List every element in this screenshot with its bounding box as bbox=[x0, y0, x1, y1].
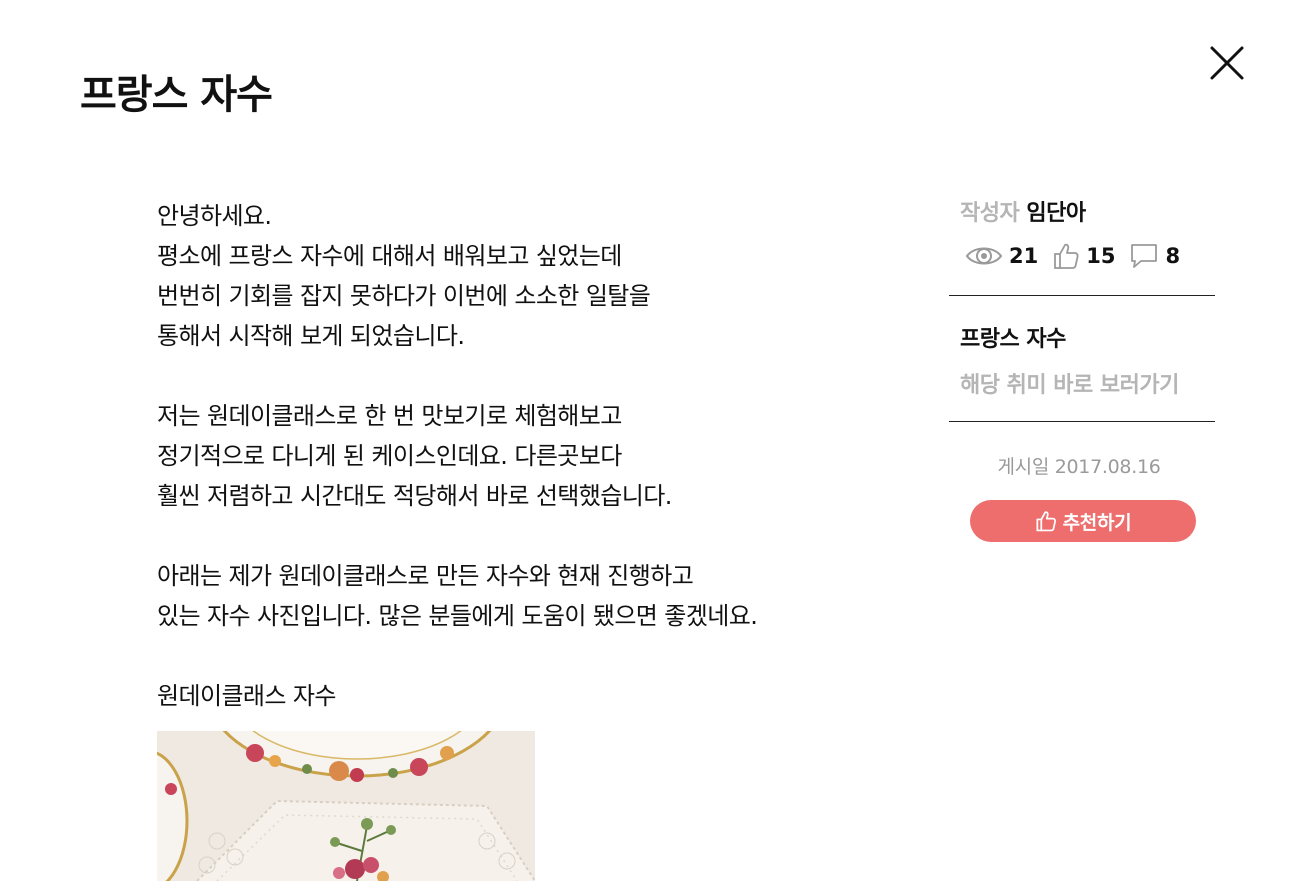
author-name[interactable]: 임단아 bbox=[1026, 201, 1086, 226]
post-stats: 21 15 8 bbox=[965, 240, 1194, 272]
hobby-link[interactable]: 해당 취미 바로 보러가기 bbox=[960, 367, 1179, 399]
page-title: 프랑스 자수 bbox=[80, 72, 273, 118]
likes-stat: 15 bbox=[1052, 242, 1115, 270]
embroidery-photo-illustration bbox=[157, 731, 535, 881]
article-line: 정기적으로 다니게 된 케이스인데요. 다른곳보다 bbox=[157, 442, 622, 470]
article-paragraph: 안녕하세요. 평소에 프랑스 자수에 대해서 배워보고 싶었는데 번번히 기회를… bbox=[157, 196, 857, 356]
article-line: 평소에 프랑스 자수에 대해서 배워보고 싶었는데 bbox=[157, 242, 622, 270]
article-line: 번번히 기회를 잡지 못하다가 이번에 소소한 일탈을 bbox=[157, 282, 651, 310]
hobby-title: 프랑스 자수 bbox=[960, 327, 1066, 352]
eye-icon bbox=[965, 247, 1003, 265]
comments-stat: 8 bbox=[1129, 242, 1180, 270]
article-line: 통해서 시작해 보게 되었습니다. bbox=[157, 322, 465, 350]
article-line: 훨씬 저렴하고 시간대도 적당해서 바로 선택했습니다. bbox=[157, 482, 672, 510]
close-button[interactable] bbox=[1204, 40, 1250, 86]
author-label: 작성자 bbox=[960, 201, 1020, 226]
embroidery-photo bbox=[157, 731, 535, 881]
article-body: 안녕하세요. 평소에 프랑스 자수에 대해서 배워보고 싶었는데 번번히 기회를… bbox=[157, 196, 857, 716]
recommend-button-label: 추천하기 bbox=[1062, 511, 1132, 534]
sidebar-divider bbox=[949, 295, 1215, 296]
article-paragraph: 아래는 제가 원데이클래스로 만든 자수와 현재 진행하고 있는 자수 사진입니… bbox=[157, 556, 857, 636]
sidebar-divider bbox=[949, 421, 1215, 422]
thumbs-up-icon bbox=[1036, 511, 1056, 532]
article-line: 저는 원데이클래스로 한 번 맛보기로 체험해보고 bbox=[157, 402, 622, 430]
thumbs-up-icon bbox=[1054, 243, 1079, 269]
author-info: 작성자 임단아 bbox=[960, 195, 1086, 227]
likes-count: 15 bbox=[1086, 244, 1116, 268]
comment-icon bbox=[1131, 244, 1158, 268]
article-line: 있는 자수 사진입니다. 많은 분들에게 도움이 됐으면 좋겠네요. bbox=[157, 602, 758, 630]
post-detail-page: 프랑스 자수 안녕하세요. 평소에 프랑스 자수에 대해서 배워보고 싶었는데 … bbox=[0, 0, 1296, 881]
close-icon bbox=[1210, 46, 1244, 80]
views-count: 21 bbox=[1009, 244, 1039, 268]
article-line: 아래는 제가 원데이클래스로 만든 자수와 현재 진행하고 bbox=[157, 562, 694, 590]
article-line: 안녕하세요. bbox=[157, 202, 272, 230]
post-date: 게시일 2017.08.16 bbox=[997, 456, 1161, 478]
recommend-button[interactable]: 추천하기 bbox=[970, 500, 1196, 542]
image-caption: 원데이클래스 자수 bbox=[157, 682, 336, 710]
article-paragraph: 저는 원데이클래스로 한 번 맛보기로 체험해보고 정기적으로 다니게 된 케이… bbox=[157, 396, 857, 516]
comments-count: 8 bbox=[1165, 244, 1181, 268]
views-stat: 21 bbox=[965, 242, 1038, 270]
